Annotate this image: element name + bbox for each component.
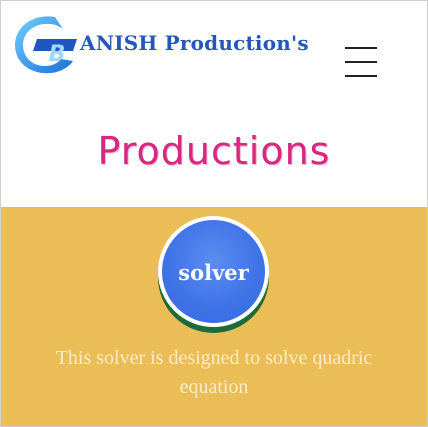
solver-button-wrapper: solver [154,212,276,330]
menu-bar-top [345,47,377,49]
solver-button-label: solver [178,260,249,285]
site-header: B ANISH Production's [1,1,427,96]
menu-bar-middle [345,61,377,63]
logo-letter: B [49,42,66,67]
brand-name: ANISH Production's [80,31,309,55]
solver-button[interactable]: solver [158,216,269,327]
page: B ANISH Production's Productions solver … [0,0,428,427]
solver-description: This solver is designed to solve quadric… [55,347,373,398]
menu-button[interactable] [345,47,377,77]
menu-bar-bottom [345,75,377,77]
brand-logo-icon[interactable]: B [11,11,79,77]
productions-heading: Productions [97,129,331,173]
